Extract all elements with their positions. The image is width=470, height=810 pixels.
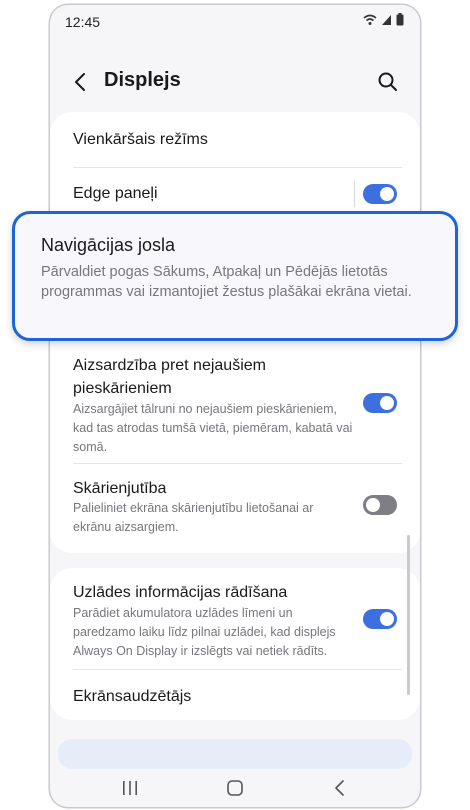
toggle-knob: [366, 498, 380, 512]
toggle-knob: [380, 612, 394, 626]
signal-icon: [382, 14, 391, 25]
back-button[interactable]: [66, 67, 96, 97]
edge-panels-toggle[interactable]: [363, 184, 397, 204]
setting-description: Pārvaldiet pogas Sākums, Atpakaļ un Pēdē…: [41, 264, 412, 300]
search-button[interactable]: [374, 68, 402, 96]
phone-frame: 12:45 Displejs Vienkāršais režīms Edge p…: [50, 5, 420, 807]
setting-charging-info[interactable]: Uzlādes informācijas rādīšana Parādiet a…: [50, 568, 420, 669]
nav-back-button[interactable]: [325, 775, 355, 801]
setting-label: Navigācijas josla: [41, 235, 176, 255]
battery-icon: [396, 13, 404, 26]
status-bar: 12:45: [50, 5, 420, 37]
setting-label: Ekrānsaudzētājs: [73, 688, 192, 705]
setting-label: Uzlādes informācijas rādīšana: [73, 584, 288, 601]
app-bar: Displejs: [50, 57, 420, 107]
status-icons: [363, 13, 404, 26]
vertical-divider: [354, 181, 355, 207]
charging-info-toggle[interactable]: [363, 609, 397, 629]
setting-touch-sensitivity[interactable]: Skārienjutība Palieliniet ekrāna skārien…: [50, 464, 420, 553]
system-nav-bar: [50, 770, 420, 807]
setting-description: Aizsargājiet tālruni no nejaušiem pieskā…: [73, 402, 353, 454]
setting-navigation-bar[interactable]: Navigācijas josla Pārvaldiet pogas Sākum…: [12, 211, 458, 341]
setting-description: Palieliniet ekrāna skārienjutību lietoša…: [73, 501, 314, 534]
wifi-icon: [363, 14, 377, 25]
scrollbar[interactable]: [407, 535, 410, 695]
back-icon: [335, 780, 344, 796]
settings-card-extras: Uzlādes informācijas rādīšana Parādiet a…: [50, 568, 420, 720]
setting-accidental-touch[interactable]: Aizsardzība pret nejaušiem pieskārieniem…: [50, 346, 420, 462]
setting-description: Parādiet akumulatora uzlādes līmeni un p…: [73, 606, 336, 658]
setting-screen-saver[interactable]: Ekrānsaudzētājs: [50, 670, 420, 720]
recents-icon: [123, 781, 137, 795]
setting-simple-mode[interactable]: Vienkāršais režīms: [50, 112, 420, 167]
status-time: 12:45: [65, 14, 101, 30]
setting-label: Skārienjutība: [73, 480, 167, 497]
touch-sensitivity-toggle[interactable]: [363, 495, 397, 515]
toggle-knob: [380, 187, 394, 201]
toggle-knob: [380, 396, 394, 410]
home-button[interactable]: [220, 775, 250, 801]
page-title: Displejs: [104, 69, 181, 91]
recents-button[interactable]: [115, 775, 145, 801]
setting-label-line1: Aizsardzība pret nejaušiem: [73, 357, 266, 374]
chevron-left-icon: [75, 73, 85, 91]
setting-label-line2: pieskārieniem: [73, 380, 172, 397]
home-icon: [227, 780, 243, 796]
setting-label: Vienkāršais režīms: [73, 131, 208, 148]
search-icon: [378, 72, 397, 91]
next-section-peek: [58, 739, 412, 769]
accidental-touch-toggle[interactable]: [363, 393, 397, 413]
setting-label: Edge paneļi: [73, 185, 158, 202]
